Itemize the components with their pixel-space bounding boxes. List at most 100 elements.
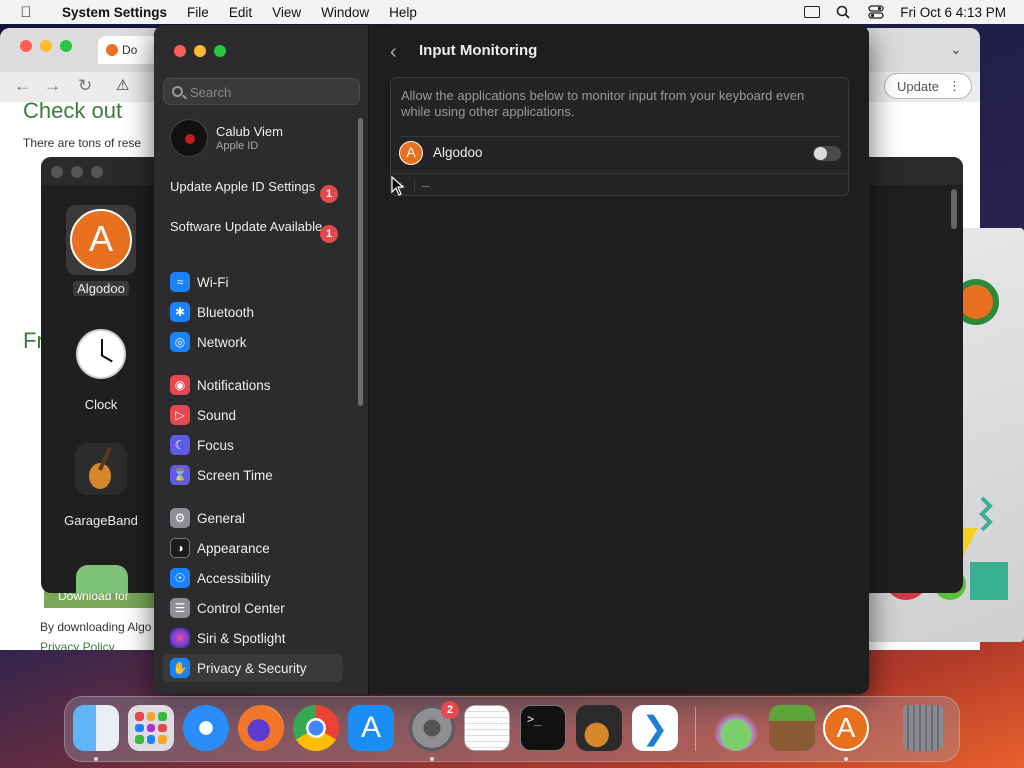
app-tile-clock[interactable]: Clock [41, 329, 161, 412]
screen-mirroring-icon[interactable] [804, 6, 821, 18]
app-tile-algodoo[interactable]: A Algodoo [41, 205, 161, 296]
hand-icon: ✋ [170, 658, 190, 678]
accessibility-icon: ☉ [170, 568, 190, 588]
sidebar-item-network[interactable]: ◎ Network [163, 328, 343, 356]
close-button[interactable] [51, 166, 63, 178]
vscode-icon[interactable]: ❯ [632, 705, 678, 751]
sidebar-item-label: Appearance [197, 540, 270, 556]
algodoo-monitoring-toggle[interactable] [813, 146, 841, 161]
reload-icon[interactable]: ↻ [78, 76, 92, 96]
page-heading: Check out [23, 98, 123, 123]
menu-clock[interactable]: Fri Oct 6 4:13 PM [900, 5, 1006, 20]
algodoo-icon[interactable]: A [823, 705, 869, 751]
finder-icon[interactable] [73, 705, 119, 751]
system-settings-window: Search Calub Viem Apple ID Update Apple … [154, 25, 869, 694]
chrome-icon[interactable] [293, 705, 339, 751]
menu-help[interactable]: Help [379, 5, 427, 20]
sidebar-item-siri-spotlight[interactable]: Siri & Spotlight [163, 624, 343, 652]
list-item[interactable]: A Algodoo [399, 139, 841, 169]
page-intro-text: There are tons of rese [23, 136, 142, 150]
app-label-clock: Clock [84, 397, 118, 412]
safari-icon[interactable] [183, 705, 229, 751]
settings-search-field[interactable]: Search [163, 78, 360, 105]
menu-app-name[interactable]: System Settings [52, 5, 177, 20]
notice-label: Update Apple ID Settings [170, 179, 316, 194]
trash-icon[interactable] [903, 705, 943, 751]
zoom-button[interactable] [60, 40, 72, 52]
minecraft-icon[interactable] [769, 705, 815, 751]
running-indicator [844, 757, 848, 761]
back-arrow-icon[interactable]: ← [14, 76, 31, 96]
sidebar-item-notifications[interactable]: ◉ Notifications [163, 371, 343, 399]
zoom-button[interactable] [91, 166, 103, 178]
sidebar-item-privacy-security[interactable]: ✋ Privacy & Security [163, 654, 343, 682]
apps-window-scrollbar[interactable] [951, 189, 957, 229]
garageband-icon[interactable] [576, 705, 622, 751]
sidebar-item-software-update[interactable]: Software Update Available [170, 219, 340, 235]
maps-app-icon[interactable] [76, 565, 128, 593]
warning-icon[interactable]: ⚠ [116, 76, 129, 94]
privacy-policy-link[interactable]: Privacy Policy [40, 640, 115, 650]
app-tile-garageband[interactable]: GarageBand [41, 443, 161, 528]
notification-badge: 1 [320, 225, 338, 243]
sidebar-item-update-apple-id[interactable]: Update Apple ID Settings [170, 179, 340, 195]
sidebar-item-wifi[interactable]: ≈ Wi-Fi [163, 268, 343, 296]
sidebar-item-general[interactable]: ⚙ General [163, 504, 343, 532]
sidebar-item-control-center[interactable]: ☰ Control Center [163, 594, 343, 622]
zoom-button[interactable] [214, 45, 226, 57]
control-center-icon[interactable] [868, 5, 884, 19]
sidebar-item-label: Screen Time [197, 467, 273, 483]
spotlight-search-icon[interactable] [836, 5, 852, 19]
more-menu-icon[interactable]: ⋮ [948, 78, 961, 94]
close-button[interactable] [20, 40, 32, 52]
menu-window[interactable]: Window [311, 5, 379, 20]
app-name: Algodoo [433, 145, 483, 160]
back-chevron-icon[interactable]: ‹ [390, 41, 397, 64]
mouse-cursor-icon [391, 176, 405, 196]
sidebar-item-appearance[interactable]: ◑ Appearance [163, 534, 343, 562]
tab-list-chevron-icon[interactable]: ⌄ [950, 41, 962, 58]
menu-edit[interactable]: Edit [219, 5, 262, 20]
textedit-icon[interactable] [464, 705, 510, 751]
notification-badge: 2 [441, 701, 459, 719]
close-button[interactable] [174, 45, 186, 57]
sidebar-item-sound[interactable]: ▷ Sound [163, 401, 343, 429]
divider [414, 178, 415, 192]
app-store-icon[interactable]: A [348, 705, 394, 751]
avatar [170, 119, 208, 157]
remove-app-button[interactable]: – [422, 177, 430, 193]
control-center-icon: ☰ [170, 598, 190, 618]
firefox-icon[interactable] [238, 705, 284, 751]
minimize-button[interactable] [71, 166, 83, 178]
apple-menu-icon[interactable]:  [0, 4, 52, 21]
browser-update-button[interactable]: Update ⋮ [884, 73, 972, 99]
terminal-icon[interactable]: >_ [520, 705, 566, 751]
sidebar-item-label: Privacy & Security [197, 660, 307, 676]
forward-arrow-icon[interactable]: → [44, 76, 61, 96]
sidebar-item-accessibility[interactable]: ☉ Accessibility [163, 564, 343, 592]
download-disclaimer: By downloading Algo [40, 620, 152, 634]
moon-icon: ☾ [170, 435, 190, 455]
sidebar-scrollbar[interactable] [358, 118, 363, 406]
sidebar-item-label: Network [197, 334, 247, 350]
menu-file[interactable]: File [177, 5, 219, 20]
installer-icon[interactable] [713, 705, 759, 751]
browser-tab[interactable]: Do [98, 36, 158, 64]
dock: A 2 >_ ❯ A [64, 696, 960, 762]
sidebar-item-screen-time[interactable]: ⌛ Screen Time [163, 461, 343, 489]
sidebar-item-bluetooth[interactable]: ✱ Bluetooth [163, 298, 343, 326]
minimize-button[interactable] [40, 40, 52, 52]
apple-id-account[interactable]: Calub Viem Apple ID [170, 119, 360, 159]
app-label-garageband: GarageBand [64, 513, 138, 528]
sidebar-item-label: Accessibility [197, 570, 271, 586]
sidebar-item-focus[interactable]: ☾ Focus [163, 431, 343, 459]
sidebar-item-label: Bluetooth [197, 304, 255, 320]
minimize-button[interactable] [194, 45, 206, 57]
page-title: Input Monitoring [419, 42, 538, 59]
gear-icon: ⚙ [170, 508, 190, 528]
launchpad-icon[interactable] [128, 705, 174, 751]
garageband-app-icon [75, 443, 127, 495]
menu-view[interactable]: View [262, 5, 311, 20]
globe-icon: ◎ [170, 332, 190, 352]
clock-app-icon [76, 329, 126, 379]
